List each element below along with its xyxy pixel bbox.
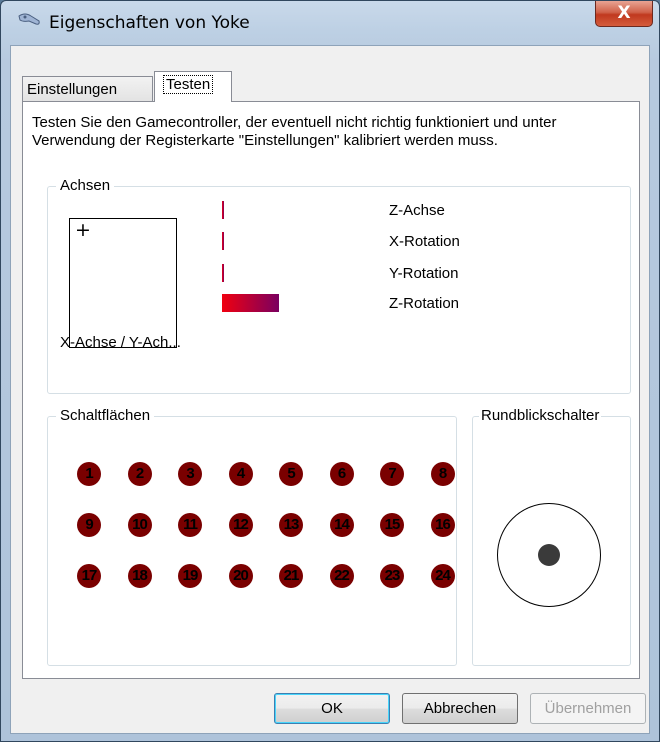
button-indicator-14: 14 (329, 513, 354, 537)
button-indicator-22: 22 (329, 564, 354, 588)
pov-group: Rundblickschalter (472, 407, 631, 666)
close-button[interactable]: X (595, 1, 653, 27)
title-bar[interactable]: Eigenschaften von Yoke X (1, 1, 659, 45)
xy-axis-label: X-Achse / Y-Ach... (60, 334, 181, 351)
z-axis-label: Z-Achse (389, 202, 445, 219)
xy-axis-field: + (69, 218, 177, 348)
instructions-text: Testen Sie den Gamecontroller, der event… (32, 114, 557, 149)
button-indicator-21: 21 (279, 564, 303, 588)
axes-group: Achsen + X-Achse / Y-Ach... Z-Achse X-Ro… (47, 177, 631, 394)
button-indicator-19: 19 (178, 564, 202, 588)
pov-position-dot (538, 544, 560, 566)
cancel-button[interactable]: Abbrechen (402, 693, 518, 724)
button-indicator-12: 12 (228, 513, 253, 537)
z-axis-bar (222, 201, 224, 219)
z-rotation-label: Z-Rotation (389, 295, 460, 312)
tab-testen[interactable]: Testen (154, 71, 232, 102)
button-indicator-5: 5 (279, 462, 303, 486)
test-tab-panel: Testen Sie den Gamecontroller, der event… (22, 101, 640, 679)
ok-button[interactable]: OK (274, 693, 390, 724)
axes-group-label: Achsen (56, 177, 115, 194)
apply-button-label: Übernehmen (544, 700, 632, 717)
button-indicator-20: 20 (228, 564, 253, 588)
crosshair-icon: + (75, 219, 91, 241)
apply-button[interactable]: Übernehmen (530, 693, 646, 724)
buttons-group: Schaltflächen 1 2 3 4 5 6 7 8 9 10 11 12 13 14 15 16 17 1… (47, 407, 457, 666)
y-rotation-bar (222, 264, 224, 282)
button-indicator-7: 7 (380, 462, 404, 486)
dialog-client-area: Einstellungen Testen Testen Sie den Game… (10, 45, 650, 734)
button-indicator-24: 24 (430, 564, 455, 588)
button-indicator-23: 23 (380, 564, 404, 588)
button-indicator-4: 4 (228, 462, 253, 486)
y-rotation-label: Y-Rotation (389, 265, 459, 282)
button-indicator-16: 16 (430, 513, 455, 537)
cancel-button-label: Abbrechen (423, 700, 497, 717)
button-indicator-10: 10 (127, 513, 152, 537)
window-title: Eigenschaften von Yoke (49, 13, 250, 33)
button-indicator-13: 13 (279, 513, 303, 537)
button-indicator-18: 18 (127, 564, 152, 588)
button-indicator-8: 8 (430, 462, 455, 486)
button-indicator-3: 3 (178, 462, 202, 486)
gamecontroller-icon (17, 11, 41, 33)
properties-window: Eigenschaften von Yoke X Einstellungen T… (0, 0, 660, 742)
tab-label: Testen (163, 75, 214, 94)
button-indicator-11: 11 (178, 513, 202, 537)
button-indicator-9: 9 (77, 513, 101, 537)
x-rotation-bar (222, 232, 224, 250)
tab-label: Einstellungen (27, 81, 118, 98)
button-indicator-15: 15 (380, 513, 404, 537)
button-indicator-2: 2 (127, 462, 152, 486)
z-rotation-bar (222, 294, 279, 312)
button-indicator-1: 1 (77, 462, 101, 486)
ok-button-label: OK (321, 700, 343, 717)
tab-einstellungen[interactable]: Einstellungen (22, 76, 153, 101)
x-rotation-label: X-Rotation (389, 233, 460, 250)
close-icon: X (617, 3, 631, 23)
button-indicator-6: 6 (329, 462, 354, 486)
pov-group-label: Rundblickschalter (479, 407, 602, 424)
pov-indicator (497, 503, 601, 607)
button-indicator-17: 17 (77, 564, 101, 588)
buttons-group-label: Schaltflächen (56, 407, 155, 424)
